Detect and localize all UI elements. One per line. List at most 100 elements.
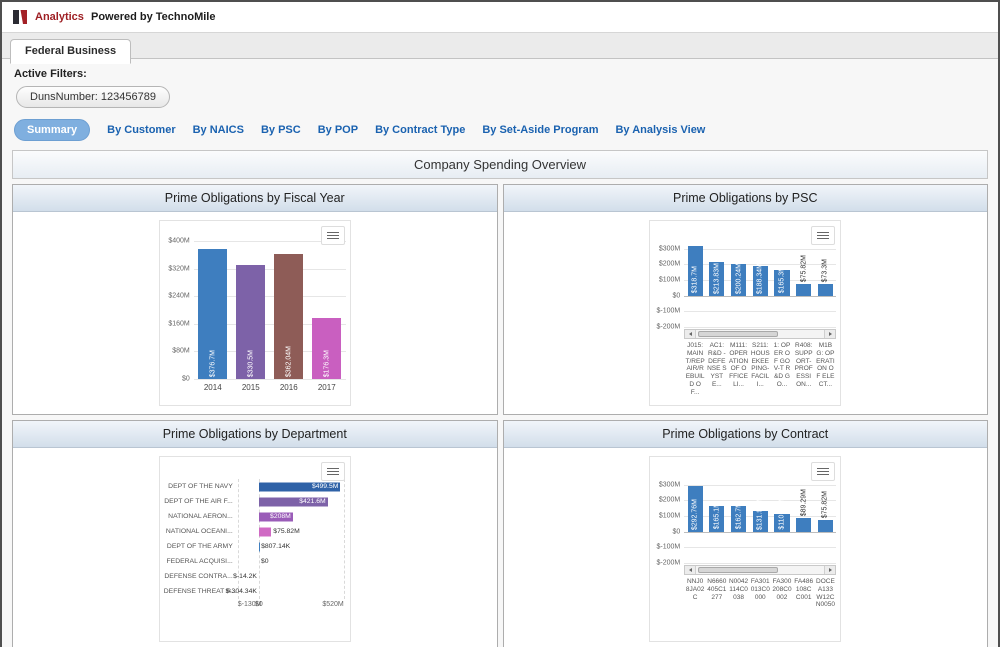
bar-value-label: $73.3M bbox=[821, 258, 829, 283]
y-tick-label: $200M bbox=[658, 260, 681, 268]
panel-body-psc: $300M $200M $100M $0 $-100M $-200M $318.7M $21… bbox=[503, 212, 987, 414]
category-label: AC1: R&D - DEFENSE SYSTE... bbox=[707, 342, 727, 388]
chart-card-fiscal-year: $0 $80M $160M $240M $320M $400M $376.7M $330.5… bbox=[158, 220, 351, 406]
bar-value-label: $75.82M bbox=[273, 528, 300, 535]
y-axis: $0 $80M $160M $240M $320M $400M bbox=[164, 238, 194, 383]
tab-by-customer[interactable]: By Customer bbox=[107, 124, 175, 136]
fiscal-year-chart: $0 $80M $160M $240M $320M $400M $376.7M $330.5… bbox=[164, 238, 346, 392]
category-label: NATIONAL OCEANI... bbox=[165, 528, 233, 535]
category-label: M111: OPERATION OF OFFICE LI... bbox=[728, 342, 749, 388]
brand-powered-by: Powered by TechnoMile bbox=[90, 11, 216, 23]
tab-summary[interactable]: Summary bbox=[14, 119, 91, 141]
bar[interactable]: $213.83M bbox=[709, 262, 725, 296]
chart-menu-icon[interactable] bbox=[811, 462, 836, 481]
chart-menu-icon[interactable] bbox=[320, 226, 345, 245]
tab-by-psc[interactable]: By PSC bbox=[261, 124, 301, 136]
bar-value-label: $213.83M bbox=[713, 262, 721, 294]
tab-federal-business[interactable]: Federal Business bbox=[10, 39, 132, 64]
department-chart: DEPT OF THE NAVY $499.5M DEPT OF THE AIR F… bbox=[164, 479, 346, 612]
bar-slot: $362.04M bbox=[270, 241, 308, 379]
category-label: DEPT OF THE ARMY bbox=[166, 543, 233, 550]
bar-slot: $200.24M bbox=[728, 241, 750, 327]
bar-value-label: $-14.2K bbox=[233, 573, 257, 580]
y-tick-label: $200M bbox=[658, 496, 681, 504]
panel-title-psc: Prime Obligations by PSC bbox=[503, 185, 987, 212]
category-label: 2016 bbox=[279, 383, 298, 392]
bar[interactable]: $362.04M bbox=[274, 254, 304, 379]
bar[interactable]: $292.76M bbox=[687, 485, 703, 532]
bar[interactable]: $75.82M bbox=[817, 491, 833, 532]
bar[interactable]: $131.94M bbox=[752, 499, 768, 532]
bar-row: DEFENSE CONTRA... $-14.2K bbox=[164, 569, 346, 584]
brand-analytics: Analytics bbox=[35, 11, 84, 23]
chart-scrollbar[interactable] bbox=[684, 565, 837, 575]
panel-body-fiscal-year: $0 $80M $160M $240M $320M $400M $376.7M $330.5… bbox=[13, 212, 497, 414]
bar[interactable]: $110.91M bbox=[774, 499, 790, 532]
scrollbar-left-arrow[interactable] bbox=[685, 566, 697, 574]
plot-area: DEPT OF THE NAVY $499.5M DEPT OF THE AIR F… bbox=[164, 479, 346, 599]
bar[interactable]: $176.3M bbox=[312, 318, 342, 379]
bar[interactable]: $75.82M bbox=[258, 527, 300, 536]
category-label: R408: SUPPORT- PROFESSION... bbox=[794, 342, 813, 388]
psc-chart: $300M $200M $100M $0 $-100M $-200M $318.7M $21… bbox=[654, 241, 837, 397]
charts-grid: Prime Obligations by Fiscal Year $0 $80M $… bbox=[12, 184, 988, 647]
bar[interactable]: $162.7M bbox=[730, 502, 747, 532]
category-label: DEPT OF THE AIR F... bbox=[164, 498, 233, 505]
scrollbar-right-arrow[interactable] bbox=[824, 330, 836, 338]
category-label: N0042114C0038 bbox=[728, 578, 749, 601]
bar-slot: $165.3M bbox=[771, 241, 793, 327]
scrollbar-left-arrow[interactable] bbox=[685, 330, 697, 338]
bar-slot: $213.83M bbox=[706, 241, 728, 327]
bar[interactable]: $208M bbox=[258, 512, 293, 521]
bar[interactable]: $318.7M bbox=[687, 245, 703, 296]
bar[interactable]: $89.29M bbox=[796, 489, 812, 532]
y-tick-label: $0 bbox=[181, 375, 190, 383]
y-tick-label: $100M bbox=[658, 276, 681, 284]
tab-by-naics[interactable]: By NAICS bbox=[193, 124, 244, 136]
y-tick-label: $100M bbox=[658, 512, 681, 520]
scrollbar-thumb[interactable] bbox=[698, 567, 778, 573]
panel-title-fiscal-year: Prime Obligations by Fiscal Year bbox=[13, 185, 497, 212]
chart-menu-icon[interactable] bbox=[811, 226, 836, 245]
bar-track: $-14.2K bbox=[233, 569, 344, 584]
scrollbar-track[interactable] bbox=[696, 330, 824, 338]
bar[interactable]: $188.34M bbox=[752, 263, 768, 296]
tab-strip: Federal Business bbox=[2, 32, 998, 64]
bar-slot: $110.91M bbox=[771, 477, 793, 563]
scrollbar-right-arrow[interactable] bbox=[824, 566, 836, 574]
x-axis-labels: 2014 2015 2016 2017 bbox=[194, 383, 346, 392]
bar-slot: $89.29M bbox=[793, 477, 815, 563]
scrollbar-thumb[interactable] bbox=[698, 331, 778, 337]
panel-psc: Prime Obligations by PSC $300M $200M $100M… bbox=[502, 184, 988, 415]
bar-value-label: $208M bbox=[270, 513, 291, 520]
bar[interactable]: $165.3M bbox=[774, 266, 790, 296]
technomile-logo-icon bbox=[13, 10, 27, 24]
bar[interactable]: $165.1M bbox=[709, 502, 725, 532]
bar[interactable]: $330.5M bbox=[236, 264, 266, 379]
bar-slot: $162.7M bbox=[728, 477, 750, 563]
scrollbar-track[interactable] bbox=[696, 566, 824, 574]
category-label: FEDERAL ACQUISI... bbox=[166, 558, 233, 565]
tab-by-contract-type[interactable]: By Contract Type bbox=[375, 124, 465, 136]
chart-card-contract: $300M $200M $100M $0 $-100M $-200M $292.76M $1… bbox=[649, 456, 842, 642]
bar[interactable]: $200.24M bbox=[730, 263, 747, 296]
bar-value-label: $162.7M bbox=[735, 502, 743, 530]
bar[interactable]: $421.6M bbox=[258, 497, 328, 506]
tab-by-set-aside-program[interactable]: By Set-Aside Program bbox=[482, 124, 598, 136]
chart-scrollbar[interactable] bbox=[684, 329, 837, 339]
bar-track: $807.14K bbox=[238, 539, 344, 554]
bar-value-label: $330.5M bbox=[247, 349, 255, 377]
tab-by-analysis-view[interactable]: By Analysis View bbox=[615, 124, 705, 136]
chart-menu-icon[interactable] bbox=[320, 462, 345, 481]
y-tick-label: $0 bbox=[672, 528, 681, 536]
tab-by-pop[interactable]: By POP bbox=[318, 124, 358, 136]
bar[interactable]: $376.7M bbox=[198, 249, 228, 379]
app-window: Analytics Powered by TechnoMile Federal … bbox=[0, 0, 1000, 647]
bar[interactable]: $499.5M bbox=[258, 482, 341, 491]
duns-filter-pill[interactable]: DunsNumber: 123456789 bbox=[16, 86, 170, 108]
y-tick-label: $300M bbox=[658, 245, 681, 253]
bar[interactable]: $75.82M bbox=[796, 255, 812, 296]
bar-track: $208M bbox=[238, 509, 344, 524]
bar[interactable]: $73.3M bbox=[817, 259, 833, 296]
bar-value-label: $176.3M bbox=[323, 349, 331, 377]
